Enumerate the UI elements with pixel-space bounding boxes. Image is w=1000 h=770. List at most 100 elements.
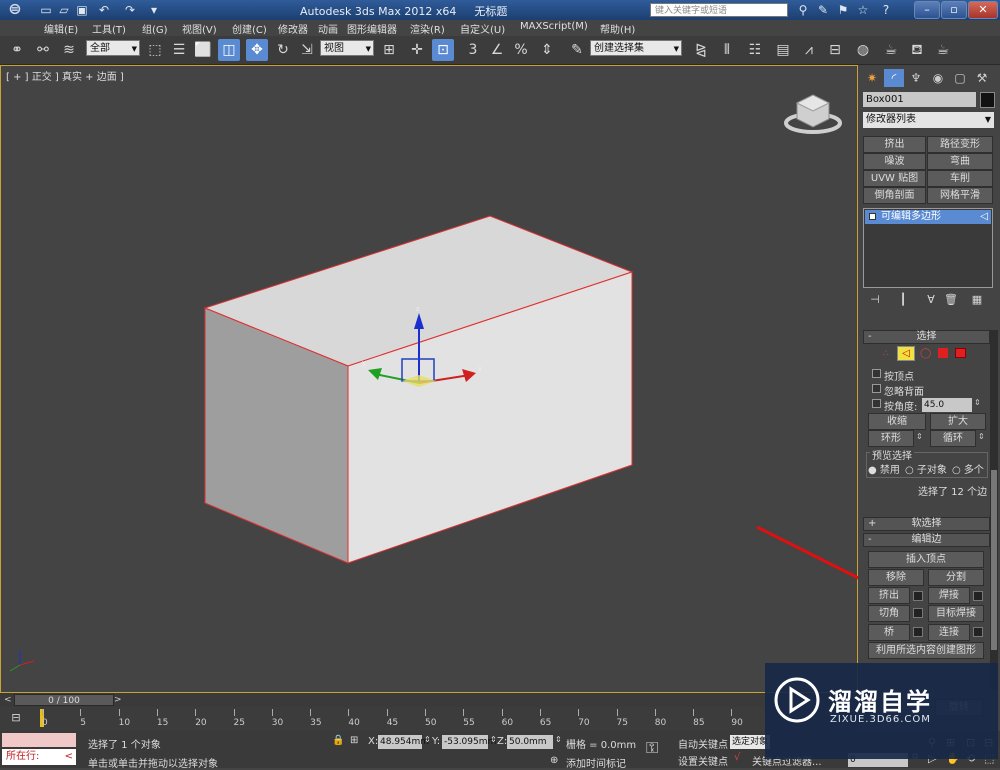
modifier-uvw-map-button[interactable]: UVW 贴图	[863, 170, 926, 187]
open-icon[interactable]: ▱	[56, 2, 72, 18]
set-key-icon[interactable]: ⚿	[646, 738, 658, 758]
key-filter-icon[interactable]: √	[734, 752, 740, 763]
key-mode-dropdown[interactable]: 选定对象	[730, 735, 770, 749]
z-spinner[interactable]: ⇕	[555, 735, 562, 744]
rollout-soft-selection-header[interactable]: + 软选择	[863, 517, 990, 531]
split-button[interactable]: 分割	[928, 569, 984, 586]
select-manipulate-icon[interactable]: ✛	[406, 39, 428, 61]
extrude-settings-icon[interactable]	[913, 591, 923, 601]
modifier-bevel-profile-button[interactable]: 倒角剖面	[863, 187, 926, 204]
border-mode-icon[interactable]: ◯	[920, 348, 931, 359]
chamfer-button[interactable]: 切角	[868, 605, 910, 622]
target-weld-button[interactable]: 目标焊接	[928, 605, 984, 622]
keyboard-shortcut-override-icon[interactable]: ⊡	[432, 39, 454, 61]
motion-tab-icon[interactable]: ◉	[928, 69, 948, 87]
binoculars-icon[interactable]: ⚲	[795, 2, 811, 18]
angle-snap-icon[interactable]: ∠	[486, 39, 508, 61]
modifier-path-deform-button[interactable]: 路径变形	[927, 136, 993, 153]
rollout-edit-edges-header[interactable]: - 编辑边	[863, 533, 990, 547]
time-slider[interactable]	[0, 693, 858, 707]
select-scale-icon[interactable]: ⇲	[296, 39, 318, 61]
y-coordinate-field[interactable]: -53.095mm	[442, 735, 496, 749]
align-icon[interactable]: ⫴	[716, 39, 738, 61]
modify-tab-icon[interactable]: ◜	[884, 69, 904, 87]
time-slider-thumb[interactable]: 0 / 100	[14, 694, 114, 706]
pin-stack-icon[interactable]: ⊣	[866, 292, 884, 308]
shrink-button[interactable]: 收缩	[868, 413, 926, 430]
connect-settings-icon[interactable]	[973, 627, 983, 637]
menu-maxscript[interactable]: MAXScript(M)	[520, 21, 588, 32]
modifier-extrude-button[interactable]: 挤出	[863, 136, 926, 153]
layer-manager-icon[interactable]: ☷	[744, 39, 766, 61]
expand-icon[interactable]	[869, 213, 876, 220]
subscription-icon[interactable]: ⚑	[835, 2, 851, 18]
ring-button[interactable]: 环形	[868, 430, 914, 447]
close-button[interactable]: ✕	[968, 1, 998, 19]
named-selection-dropdown[interactable]: 创建选择集	[590, 40, 682, 57]
angle-spinner[interactable]: ⇕	[974, 398, 981, 407]
insert-vertex-button[interactable]: 插入顶点	[868, 551, 984, 568]
percent-snap-icon[interactable]: %	[510, 39, 532, 61]
material-editor-icon[interactable]: ◍	[852, 39, 874, 61]
bridge-button[interactable]: 桥	[868, 624, 910, 641]
preview-subobject-radio[interactable]: ○ 子对象	[905, 461, 947, 476]
auto-key-button[interactable]: 自动关键点	[678, 736, 728, 751]
bind-space-warp-icon[interactable]: ≋	[58, 39, 80, 61]
undo-icon[interactable]: ↶	[96, 2, 112, 18]
time-next-icon[interactable]: >	[114, 695, 122, 705]
y-spinner[interactable]: ⇕	[490, 735, 497, 744]
by-vertex-checkbox[interactable]	[872, 369, 881, 378]
minimize-button[interactable]: –	[914, 1, 940, 19]
maximize-button[interactable]: ▫	[941, 1, 967, 19]
render-production-icon[interactable]: ☕	[932, 39, 954, 61]
modifier-lathe-button[interactable]: 车削	[927, 170, 993, 187]
mirror-icon[interactable]: ⧎	[690, 39, 712, 61]
maxscript-listener[interactable]: 所在行: <	[2, 749, 76, 765]
display-tab-icon[interactable]: ▢	[950, 69, 970, 87]
loop-spinner[interactable]: ⇕	[978, 432, 985, 441]
snaps-toggle-icon[interactable]: 3	[462, 39, 484, 61]
edit-named-selection-icon[interactable]: ✎	[566, 39, 588, 61]
remove-modifier-icon[interactable]: 🗑	[942, 292, 960, 308]
make-unique-icon[interactable]: ∀	[922, 292, 940, 308]
ring-spinner[interactable]: ⇕	[916, 432, 923, 441]
quick-access-dropdown-icon[interactable]: ▾	[146, 2, 162, 18]
set-key-button[interactable]: 设置关键点	[678, 753, 728, 768]
element-mode-icon[interactable]	[955, 348, 966, 358]
select-rotate-icon[interactable]: ↻	[272, 39, 294, 61]
angle-value-field[interactable]: 45.0	[922, 398, 972, 412]
app-logo-icon[interactable]: ⊜	[2, 1, 28, 31]
rollout-selection-header[interactable]: - 选择	[863, 330, 990, 344]
preview-disabled-radio[interactable]: ● 禁用	[868, 461, 900, 476]
menu-tools[interactable]: 工具(T)	[92, 21, 126, 36]
select-by-name-icon[interactable]: ☰	[168, 39, 190, 61]
link-icon[interactable]: ⚭	[6, 39, 28, 61]
graphite-tools-icon[interactable]: ▤	[772, 39, 794, 61]
grow-button[interactable]: 扩大	[930, 413, 986, 430]
modifier-noise-button[interactable]: 噪波	[863, 153, 926, 170]
menu-modifiers[interactable]: 修改器	[278, 21, 308, 36]
wrench-icon[interactable]: ✎	[815, 2, 831, 18]
modifier-list-dropdown[interactable]: 修改器列表 ▼	[863, 112, 994, 128]
rendered-frame-icon[interactable]: ⛾	[906, 39, 928, 61]
menu-create[interactable]: 创建(C)	[232, 21, 267, 36]
search-input[interactable]: 键入关键字或短语	[650, 3, 788, 17]
object-color-swatch[interactable]	[980, 92, 995, 108]
mini-curve-editor-icon[interactable]: ⊟	[4, 710, 28, 726]
rectangular-selection-icon[interactable]: ⬜	[192, 39, 214, 61]
selection-filter-dropdown[interactable]: 全部	[86, 40, 140, 57]
pivot-center-icon[interactable]: ⊞	[378, 39, 400, 61]
select-move-icon[interactable]: ✥	[246, 39, 268, 61]
utilities-tab-icon[interactable]: ⚒	[972, 69, 992, 87]
render-setup-icon[interactable]: ☕	[880, 39, 902, 61]
x-coordinate-field[interactable]: 48.954mm	[378, 735, 429, 749]
maxscript-listener-top[interactable]	[2, 733, 76, 747]
menu-graph-editors[interactable]: 图形编辑器	[347, 21, 397, 36]
reference-coordinate-dropdown[interactable]: 视图	[320, 40, 374, 57]
edge-mode-icon[interactable]: ◁	[897, 346, 915, 361]
menu-rendering[interactable]: 渲染(R)	[410, 21, 445, 36]
ignore-backface-checkbox[interactable]	[872, 384, 881, 393]
unlink-icon[interactable]: ⚯	[32, 39, 54, 61]
stack-light-bulb-icon[interactable]: ◁	[980, 210, 988, 224]
window-crossing-icon[interactable]: ◫	[218, 39, 240, 61]
